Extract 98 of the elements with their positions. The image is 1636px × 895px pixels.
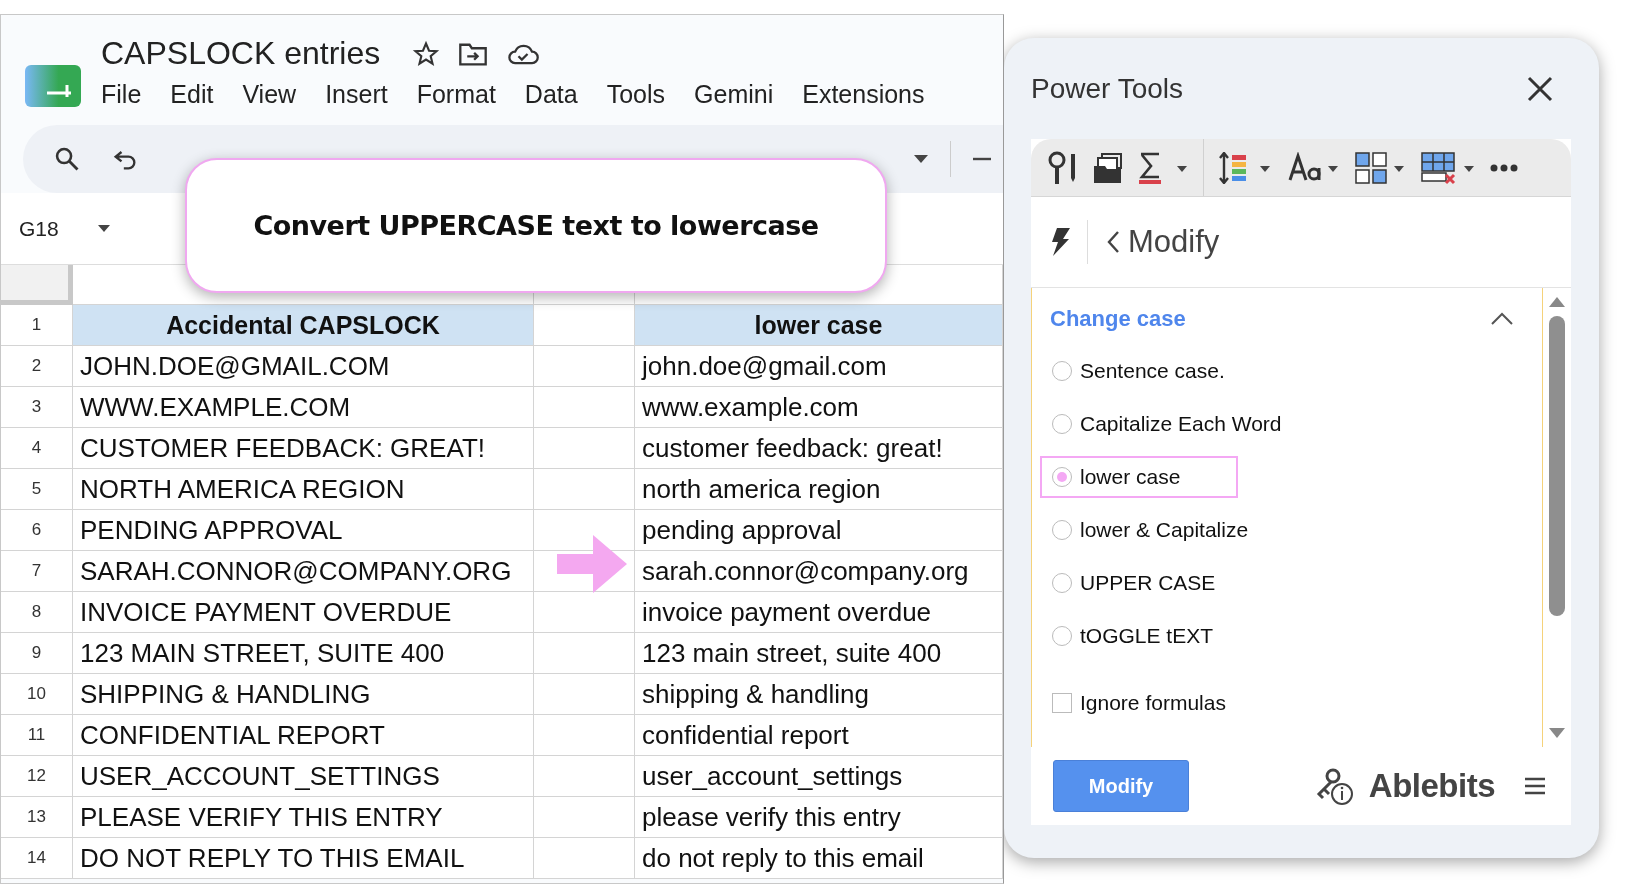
- row-number[interactable]: 7: [1, 551, 73, 592]
- table-header: lower case: [635, 305, 1003, 346]
- table-cell: JOHN.DOE@GMAIL.COM: [73, 346, 534, 387]
- scroll-up-icon[interactable]: [1548, 296, 1566, 308]
- document-title[interactable]: CAPSLOCK entries: [101, 35, 381, 72]
- table-cell: PLEASE VERIFY THIS ENTRY: [73, 797, 534, 838]
- radio-option[interactable]: UPPER CASE: [1040, 562, 1274, 604]
- table-cell: invoice payment overdue: [635, 592, 1003, 633]
- checkbox-label: Ignore formulas: [1080, 691, 1226, 715]
- more-icon[interactable]: [1490, 163, 1518, 172]
- radio-button[interactable]: [1052, 361, 1072, 381]
- row-number[interactable]: 3: [1, 387, 73, 428]
- stacked-sheets-icon[interactable]: [1093, 151, 1123, 184]
- table-cell: sarah.connor@company.org: [635, 551, 1003, 592]
- menu-item[interactable]: View: [242, 80, 297, 109]
- option-label: tOGGLE tEXT: [1080, 624, 1214, 648]
- table-cell: john.doe@gmail.com: [635, 346, 1003, 387]
- caret-icon: [96, 224, 111, 233]
- radio-button[interactable]: [1052, 467, 1072, 487]
- table-cell: SARAH.CONNOR@COMPANY.ORG: [73, 551, 534, 592]
- radio-button[interactable]: [1052, 520, 1072, 540]
- row-number[interactable]: 5: [1, 469, 73, 510]
- menu-item[interactable]: Format: [416, 80, 496, 109]
- menu-item[interactable]: Extensions: [802, 80, 925, 109]
- radio-option[interactable]: lower case: [1040, 456, 1239, 498]
- radio-option[interactable]: tOGGLE tEXT: [1040, 615, 1272, 657]
- breadcrumb-title: Modify: [1128, 224, 1220, 260]
- table-cell: NORTH AMERICA REGION: [73, 469, 534, 510]
- menu-item[interactable]: Tools: [606, 80, 666, 109]
- row-number[interactable]: 1: [1, 305, 73, 346]
- radio-option[interactable]: lower & Capitalize: [1040, 509, 1307, 551]
- option-label: lower & Capitalize: [1080, 518, 1249, 542]
- table-cell: INVOICE PAYMENT OVERDUE: [73, 592, 534, 633]
- row-number[interactable]: 13: [1, 797, 73, 838]
- arrow-icon: [557, 535, 627, 593]
- grid-blocks-icon[interactable]: [1354, 150, 1406, 185]
- menu-item[interactable]: File: [101, 80, 142, 109]
- row-number[interactable]: 14: [1, 838, 73, 879]
- table-cell: PENDING APPROVAL: [73, 510, 534, 551]
- section-title[interactable]: Change case: [1050, 306, 1186, 332]
- table-cell: do not reply to this email: [635, 838, 1003, 879]
- table-cell: customer feedback: great!: [635, 428, 1003, 469]
- brand-logo[interactable]: Ablebits: [1368, 767, 1495, 805]
- option-label: Capitalize Each Word: [1080, 412, 1282, 436]
- menu-icon[interactable]: [1525, 777, 1545, 795]
- name-box[interactable]: G18: [1, 216, 179, 241]
- menu-item[interactable]: Insert: [325, 80, 388, 109]
- table-cell: please verify this entry: [635, 797, 1003, 838]
- option-label: UPPER CASE: [1080, 571, 1216, 595]
- table-delete-icon[interactable]: [1420, 150, 1476, 185]
- row-number[interactable]: 4: [1, 428, 73, 469]
- row-number[interactable]: 12: [1, 756, 73, 797]
- caret-icon[interactable]: [912, 153, 930, 165]
- menu-item[interactable]: Edit: [170, 80, 214, 109]
- panel-title: Power Tools: [1031, 72, 1183, 105]
- row-number[interactable]: 6: [1, 510, 73, 551]
- table-cell: user_account_settings: [635, 756, 1003, 797]
- search-icon[interactable]: [53, 145, 81, 173]
- table-cell: CONFIDENTIAL REPORT: [73, 715, 534, 756]
- table-cell: WWW.EXAMPLE.COM: [73, 387, 534, 428]
- radio-button[interactable]: [1052, 573, 1072, 593]
- option-label: lower case: [1080, 465, 1181, 489]
- menu-item[interactable]: Data: [524, 80, 578, 109]
- row-number[interactable]: 2: [1, 346, 73, 387]
- key-info-icon[interactable]: [1314, 766, 1355, 806]
- table-header: Accidental CAPSLOCK: [73, 305, 534, 346]
- scroll-down-icon[interactable]: [1548, 727, 1566, 739]
- radio-option[interactable]: Capitalize Each Word: [1040, 403, 1340, 445]
- sheets-logo-icon[interactable]: [23, 63, 83, 109]
- checkbox[interactable]: [1052, 693, 1072, 713]
- close-icon[interactable]: [1527, 75, 1553, 102]
- scrollbar-thumb[interactable]: [1549, 316, 1565, 616]
- sigma-dropdown-icon[interactable]: [1137, 151, 1189, 184]
- option-label: Sentence case.: [1080, 359, 1225, 383]
- table-cell: 123 MAIN STREET, SUITE 400: [73, 633, 534, 674]
- chevron-icon[interactable]: [1490, 312, 1514, 326]
- row-number[interactable]: 11: [1, 715, 73, 756]
- table-cell: SHIPPING & HANDLING: [73, 674, 534, 715]
- table-cell: north america region: [635, 469, 1003, 510]
- radio-button[interactable]: [1052, 626, 1072, 646]
- table-cell: shipping & handling: [635, 674, 1003, 715]
- row-number[interactable]: 9: [1, 633, 73, 674]
- table-cell: 123 main street, suite 400: [635, 633, 1003, 674]
- row-number[interactable]: 10: [1, 674, 73, 715]
- radio-button[interactable]: [1052, 414, 1072, 434]
- table-cell: confidential report: [635, 715, 1003, 756]
- row-number[interactable]: 8: [1, 592, 73, 633]
- table-cell: www.example.com: [635, 387, 1003, 428]
- back-icon[interactable]: [1106, 230, 1120, 254]
- lightning-icon[interactable]: [1049, 227, 1071, 257]
- table-cell: CUSTOMER FEEDBACK: GREAT!: [73, 428, 534, 469]
- table-cell: DO NOT REPLY TO THIS EMAIL: [73, 838, 534, 879]
- table-cell: USER_ACCOUNT_SETTINGS: [73, 756, 534, 797]
- star-icon[interactable]: [412, 39, 441, 68]
- radio-option[interactable]: Sentence case.: [1040, 350, 1283, 392]
- table-cell: pending approval: [635, 510, 1003, 551]
- menu-item[interactable]: Gemini: [694, 80, 774, 109]
- callout-tooltip: Convert UPPERCASE text to lowercase: [185, 158, 887, 293]
